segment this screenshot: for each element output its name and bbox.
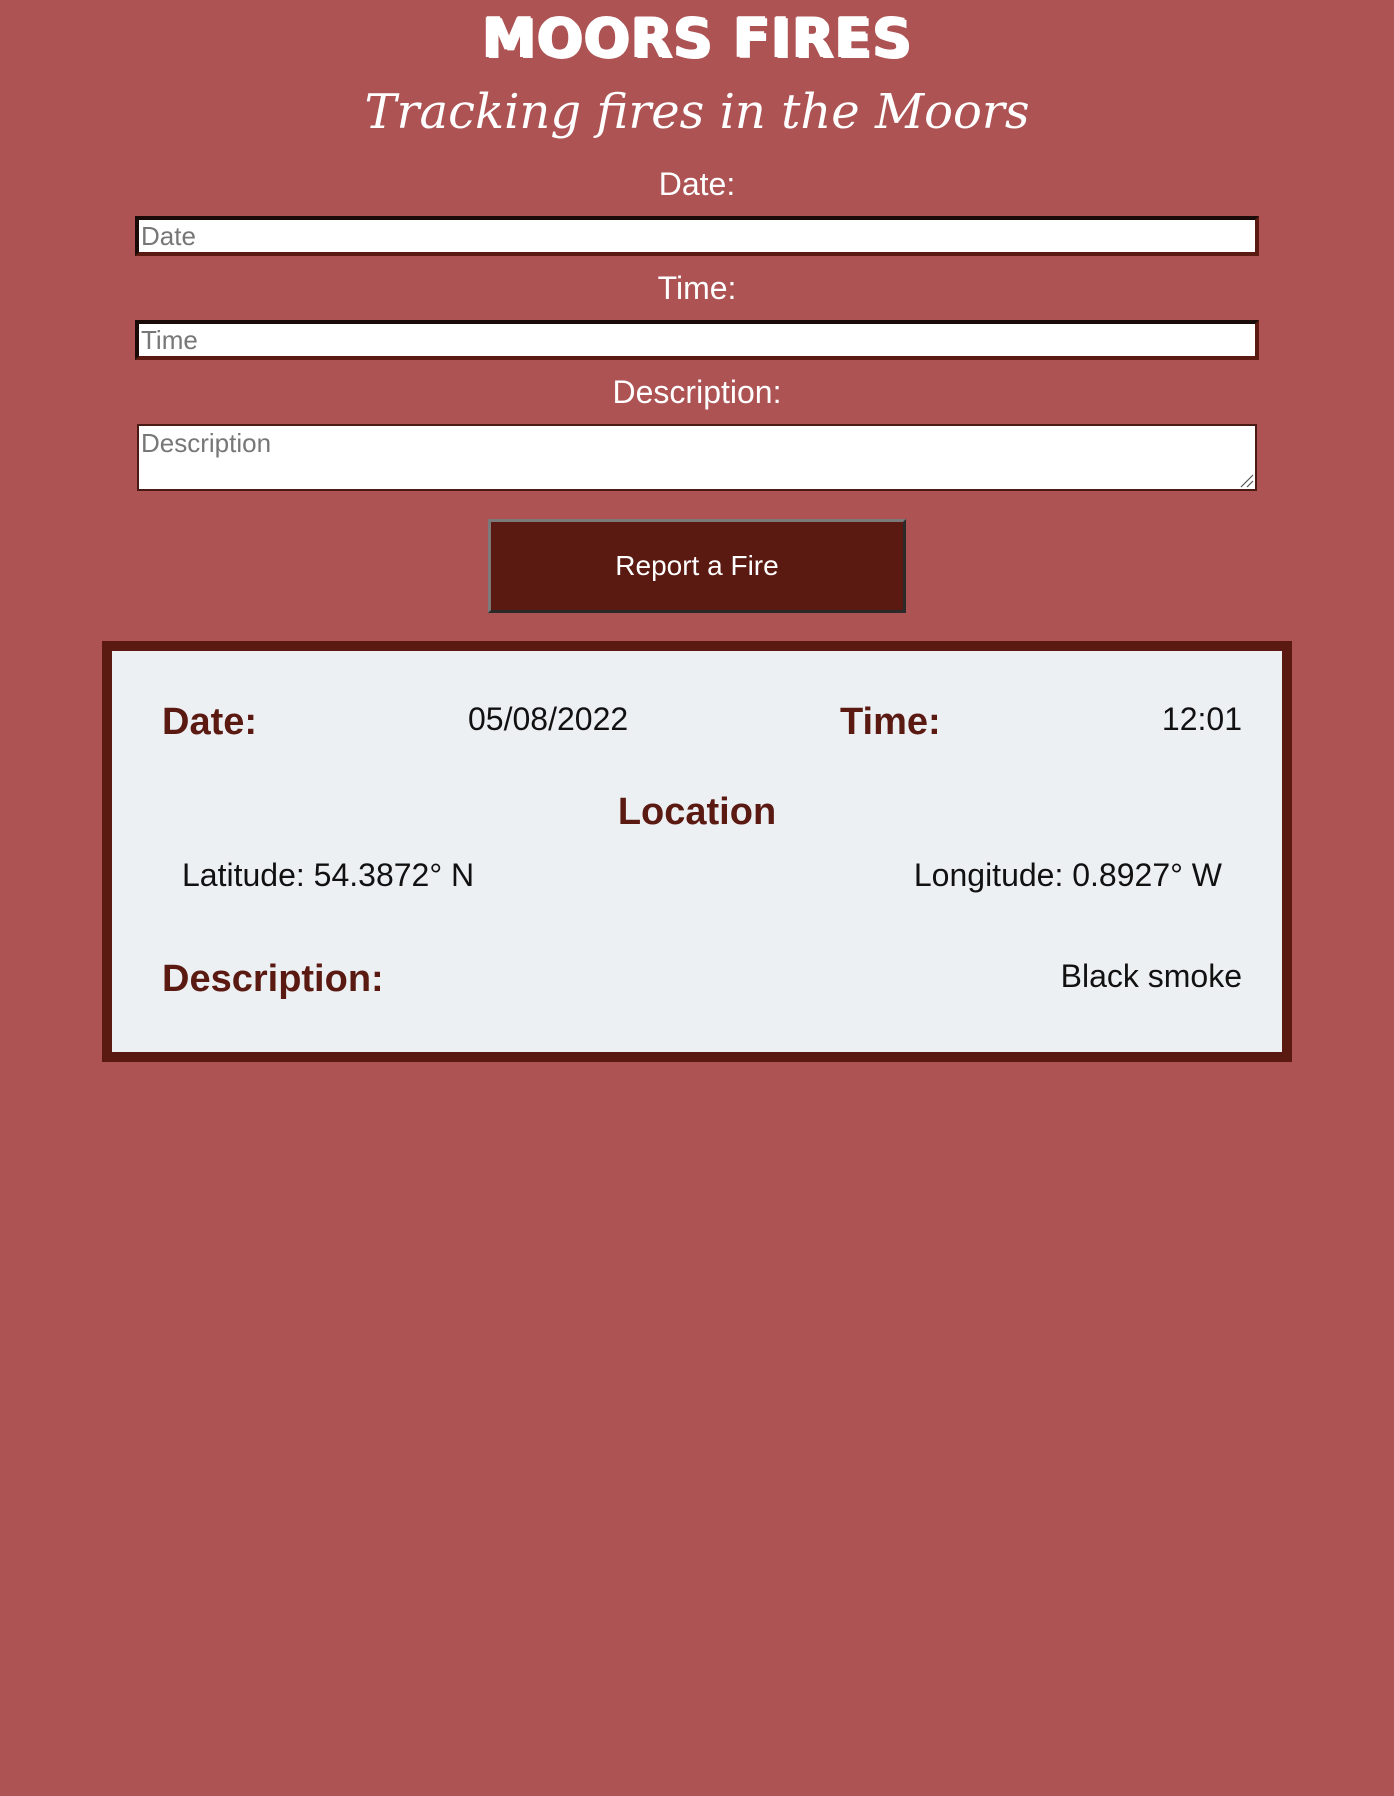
report-time-value: 12:01 — [1161, 701, 1242, 737]
description-label: Description: — [612, 374, 782, 410]
date-label: Date: — [658, 166, 736, 202]
resize-grip-icon[interactable] — [1238, 472, 1254, 488]
app-subtitle: Tracking fires in the Moors — [364, 84, 1030, 140]
report-date-value: 05/08/2022 — [468, 701, 629, 737]
date-input[interactable] — [135, 216, 1259, 256]
time-label: Time: — [657, 270, 737, 306]
fire-report-card: Date: 05/08/2022 Time: 12:01 Location La… — [102, 641, 1292, 1062]
report-fire-button[interactable]: Report a Fire — [488, 519, 906, 613]
description-textarea[interactable] — [137, 424, 1257, 491]
latitude-value: Latitude: 54.3872° N — [182, 857, 475, 893]
report-description-label: Description: — [162, 958, 384, 1000]
location-heading: Location — [617, 791, 777, 833]
app-title: Moors Fires — [481, 6, 913, 69]
report-date-label: Date: — [162, 701, 258, 743]
page: Moors Fires Tracking fires in the Moors … — [0, 0, 1394, 1796]
report-time-label: Time: — [840, 701, 941, 743]
report-description-value: Black smoke — [1060, 958, 1242, 994]
longitude-value: Longitude: 0.8927° W — [913, 857, 1222, 893]
time-input[interactable] — [135, 320, 1259, 360]
